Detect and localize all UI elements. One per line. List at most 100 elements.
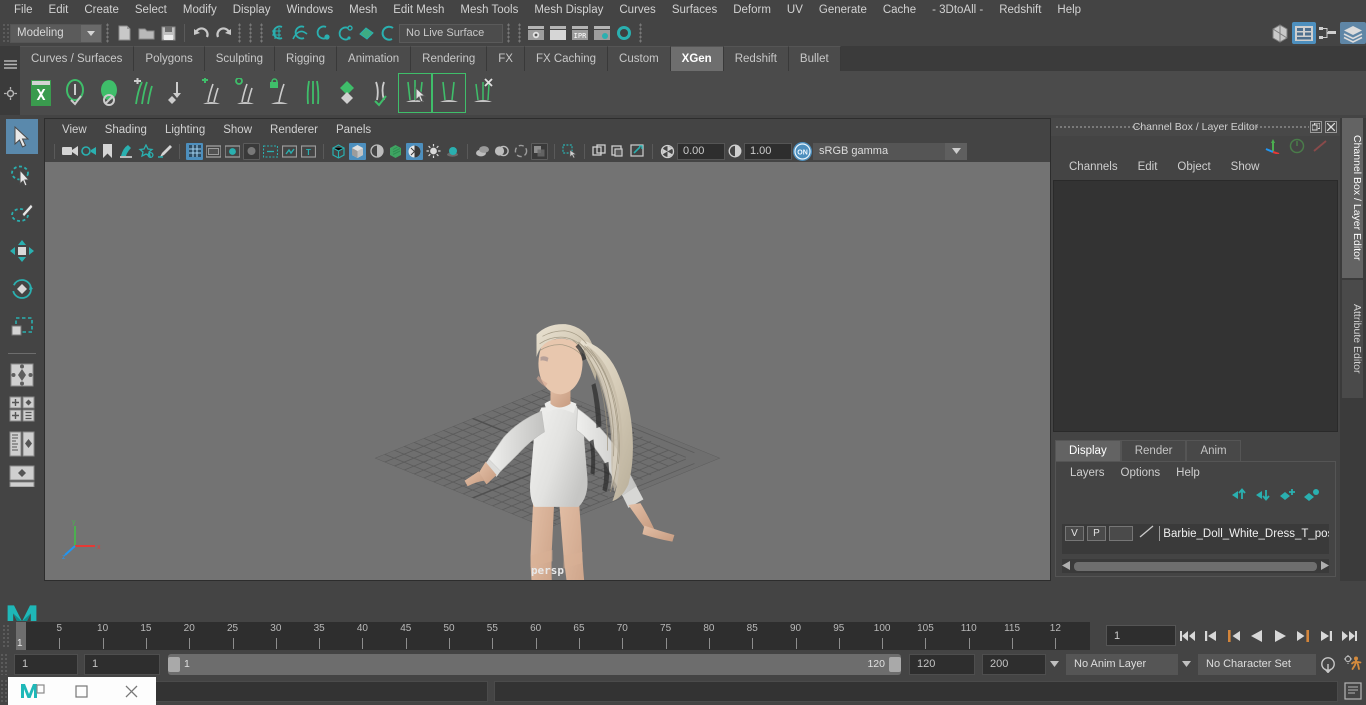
xray-active-components-icon[interactable]: [591, 143, 608, 160]
command-result[interactable]: [493, 680, 1338, 702]
viewport-menu-lighting[interactable]: Lighting: [156, 123, 214, 137]
xray-icon[interactable]: [531, 142, 548, 160]
create-description-icon[interactable]: [58, 73, 92, 113]
exposure-icon[interactable]: [659, 143, 676, 160]
layer-playback-toggle[interactable]: P: [1087, 526, 1106, 541]
menu-item-mesh-tools[interactable]: Mesh Tools: [452, 2, 526, 18]
range-start-handle[interactable]: [168, 656, 180, 672]
anim-end-field[interactable]: 120: [909, 653, 975, 675]
safe-action-icon[interactable]: [281, 143, 298, 160]
render-sequence-icon[interactable]: [591, 22, 613, 44]
menu-item-deform[interactable]: Deform: [725, 2, 779, 18]
anim-layer-chevron-down-icon[interactable]: [1178, 654, 1194, 675]
playback-options-chevron-down-icon[interactable]: [1046, 654, 1062, 675]
select-camera-icon[interactable]: [61, 143, 78, 160]
channel-box-content[interactable]: [1053, 180, 1338, 432]
viewport-menu-show[interactable]: Show: [214, 123, 261, 137]
smooth-shade-icon[interactable]: [349, 142, 366, 160]
chevron-down-icon[interactable]: [81, 24, 101, 42]
cmdline-drag-handle[interactable]: [0, 679, 8, 703]
script-editor-icon[interactable]: [1344, 682, 1362, 705]
rangebar-drag-handle[interactable]: [0, 653, 8, 675]
channel-box-axis-icon[interactable]: [1264, 138, 1282, 159]
shelf-tab-animation[interactable]: Animation: [337, 46, 412, 71]
menu-item-3dtoall[interactable]: - 3DtoAll -: [924, 2, 991, 18]
film-gate-icon[interactable]: [205, 143, 222, 160]
menu-item-display[interactable]: Display: [225, 2, 279, 18]
exposure-field[interactable]: 0.00: [677, 142, 725, 160]
snap-grid-icon[interactable]: [267, 22, 289, 44]
help-menu[interactable]: Help: [1168, 465, 1208, 481]
snap-projected-center-icon[interactable]: [333, 22, 355, 44]
timeline-ruler[interactable]: 1 5 10 15 20 25 30 35 40 45 50 55 60 65 70 75 80 85 90 95 1…: [16, 622, 1090, 650]
color-profile-field[interactable]: sRGB gamma: [813, 142, 945, 160]
shelf-tab-sculpting[interactable]: Sculpting: [204, 46, 276, 71]
textured-icon[interactable]: [387, 143, 404, 160]
step-back-frame-icon[interactable]: [1222, 624, 1245, 647]
menu-item-cache[interactable]: Cache: [875, 2, 924, 18]
snap-point-icon[interactable]: [311, 22, 333, 44]
statusline-drag-handle[interactable]: [2, 23, 10, 43]
side-tab-attribute-editor[interactable]: Attribute Editor: [1342, 280, 1363, 398]
ambient-occlusion-icon[interactable]: [444, 143, 461, 160]
menu-item-create[interactable]: Create: [76, 2, 127, 18]
render-settings-icon[interactable]: IPR: [569, 22, 591, 44]
panel-close-icon[interactable]: [1325, 121, 1337, 133]
color-management-toggle[interactable]: ON: [793, 141, 812, 161]
grease-pencil-icon[interactable]: [156, 143, 173, 160]
shelf-tab-rigging[interactable]: Rigging: [275, 46, 338, 71]
step-forward-frame-icon[interactable]: [1291, 624, 1314, 647]
move-tool-button[interactable]: [6, 233, 38, 268]
range-start-field[interactable]: 1: [14, 653, 78, 675]
snap-curve-icon[interactable]: [289, 22, 311, 44]
multisample-icon[interactable]: [493, 143, 510, 160]
menu-item-modify[interactable]: Modify: [175, 2, 225, 18]
menu-item-mesh[interactable]: Mesh: [341, 2, 385, 18]
panel-title-bar[interactable]: Channel Box / Layer Editor: [1051, 118, 1340, 136]
scroll-thumb[interactable]: [1074, 561, 1317, 571]
channel-box-curve-icon[interactable]: [1312, 139, 1328, 158]
play-backwards-icon[interactable]: [1245, 624, 1268, 647]
xray-joints-icon[interactable]: [561, 143, 578, 160]
viewport-canvas[interactable]: y x z persp: [45, 162, 1050, 580]
shaded-wireframe-icon[interactable]: [368, 143, 385, 160]
two-d-pan-zoom-icon[interactable]: [137, 143, 154, 160]
animation-preferences-icon[interactable]: [1340, 653, 1366, 675]
timeline-playhead[interactable]: 1: [16, 622, 26, 650]
render-region-icon[interactable]: [613, 22, 635, 44]
hypershade-icon[interactable]: [1268, 22, 1292, 44]
shelf-tab-curves-surfaces[interactable]: Curves / Surfaces: [20, 46, 135, 71]
motion-blur-icon[interactable]: [474, 143, 491, 160]
camera-attributes-icon[interactable]: [80, 143, 97, 160]
layer-tab-anim[interactable]: Anim: [1186, 440, 1241, 461]
ipr-render-icon[interactable]: [547, 22, 569, 44]
node-editor-icon[interactable]: [1316, 22, 1340, 44]
lock-guide-icon[interactable]: [262, 73, 296, 113]
menu-item-redshift[interactable]: Redshift: [991, 2, 1049, 18]
play-forwards-icon[interactable]: [1268, 624, 1291, 647]
scroll-right-arrow-icon[interactable]: [1321, 557, 1329, 575]
live-surface-field[interactable]: No Live Surface: [399, 23, 503, 43]
layer-row[interactable]: V P Barbie_Doll_White_Dress_T_pose_001: [1062, 524, 1329, 543]
go-to-start-icon[interactable]: [1176, 624, 1199, 647]
scale-tool-button[interactable]: [6, 309, 38, 344]
redo-icon[interactable]: [212, 22, 234, 44]
field-chart-icon[interactable]: [262, 143, 279, 160]
layer-visibility-toggle[interactable]: V: [1065, 526, 1084, 541]
gamma-icon[interactable]: [726, 143, 743, 160]
move-layer-down-icon[interactable]: [1251, 483, 1275, 505]
panel-drag-dots-right[interactable]: [1251, 125, 1309, 130]
edit-menu[interactable]: Edit: [1128, 159, 1168, 175]
add-guide-icon[interactable]: [194, 73, 228, 113]
gamma-field[interactable]: 1.00: [744, 142, 792, 160]
step-forward-keyframe-icon[interactable]: [1314, 624, 1337, 647]
title-safe-icon[interactable]: T: [300, 143, 317, 160]
xgen-editor-icon[interactable]: X: [24, 73, 58, 113]
anim-layer-selector[interactable]: No Anim Layer: [1066, 653, 1178, 675]
new-scene-icon[interactable]: [113, 22, 135, 44]
select-guide-icon[interactable]: [398, 73, 432, 113]
color-profile-chevron-down-icon[interactable]: [945, 142, 967, 160]
select-tool-button[interactable]: [6, 119, 38, 154]
create-palette-icon[interactable]: [92, 73, 126, 113]
menu-item-select[interactable]: Select: [127, 2, 175, 18]
